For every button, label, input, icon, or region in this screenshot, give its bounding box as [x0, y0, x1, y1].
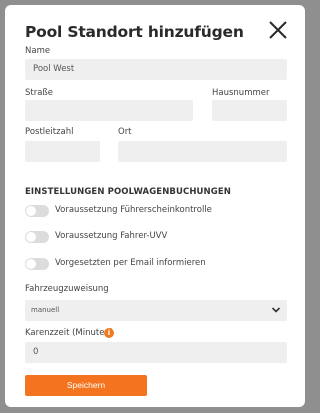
- toggle-driver-uvv[interactable]: [25, 231, 49, 243]
- dialog: Pool Standort hinzufügen Name Pool West …: [5, 5, 305, 407]
- street-field[interactable]: [25, 100, 193, 121]
- toggle-license-check[interactable]: [25, 205, 49, 217]
- grace-period-label: Karenzzeit (Minuten): [25, 328, 114, 338]
- city-label: Ort: [118, 127, 132, 137]
- name-label: Name: [25, 46, 51, 56]
- toggle-knob: [26, 232, 36, 242]
- toggle-notify-manager-label: Vorgesetzten per Email informieren: [55, 258, 206, 268]
- postal-code-field[interactable]: [25, 141, 100, 162]
- postal-code-label: Postleitzahl: [25, 127, 74, 137]
- name-field[interactable]: Pool West: [25, 59, 287, 80]
- toggle-license-check-label: Voraussetzung Führerscheinkontrolle: [55, 205, 212, 215]
- close-icon[interactable]: [267, 19, 289, 41]
- city-field[interactable]: [118, 141, 287, 162]
- toggle-knob: [26, 206, 36, 216]
- toggle-driver-uvv-label: Voraussetzung Fahrer-UVV: [55, 231, 168, 241]
- street-label: Straße: [25, 88, 54, 98]
- house-number-label: Hausnummer: [212, 88, 270, 98]
- dialog-title: Pool Standort hinzufügen: [25, 23, 244, 41]
- vehicle-assignment-select[interactable]: manuell: [25, 300, 287, 321]
- settings-section-title: EINSTELLUNGEN POOLWAGENBUCHUNGEN: [25, 187, 231, 197]
- chevron-down-icon: [271, 307, 281, 313]
- save-button[interactable]: Speichern: [25, 375, 147, 396]
- toggle-knob: [26, 259, 36, 269]
- vehicle-assignment-value: manuell: [31, 306, 60, 314]
- info-icon[interactable]: i: [104, 328, 114, 338]
- grace-period-field[interactable]: 0: [25, 342, 287, 363]
- vehicle-assignment-label: Fahrzeugzuweisung: [25, 284, 109, 294]
- toggle-notify-manager[interactable]: [25, 258, 49, 270]
- house-number-field[interactable]: [212, 100, 287, 121]
